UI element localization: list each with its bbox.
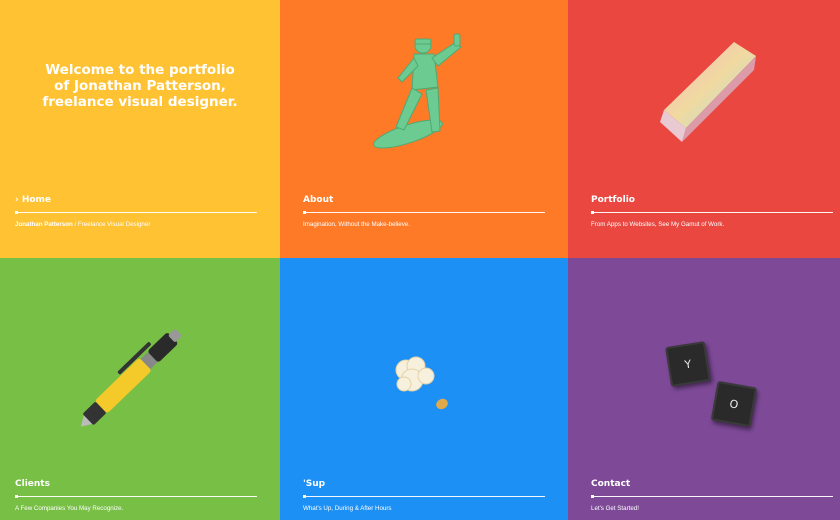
divider xyxy=(591,495,833,498)
tile-portfolio[interactable]: Portfolio From Apps to Websites, See My … xyxy=(568,0,840,258)
tile-tagline-portfolio: From Apps to Websites, See My Gamut of W… xyxy=(591,221,725,228)
divider xyxy=(303,495,545,498)
tile-tagline-contact: Let's Get Started! xyxy=(591,505,639,512)
divider xyxy=(303,211,545,214)
tile-label-about[interactable]: About xyxy=(303,195,333,205)
tile-contact[interactable]: Y O Contact Let's Get Started! xyxy=(568,258,840,520)
tile-about[interactable]: About Imagination, Without the Make-beli… xyxy=(280,0,568,258)
designer-title: / Freelance Visual Designer xyxy=(72,221,151,228)
keycap-y: Y xyxy=(665,341,711,387)
popcorn-icon xyxy=(395,356,448,410)
tile-grid: Welcome to the portfolio of Jonathan Pat… xyxy=(0,0,840,520)
toy-soldier-icon xyxy=(373,33,462,149)
keycap-o: O xyxy=(710,380,758,428)
divider xyxy=(15,211,257,214)
tile-tagline-home: Jonathan Patterson / Freelance Visual De… xyxy=(15,221,150,228)
tile-label-home[interactable]: › Home xyxy=(15,195,51,205)
tile-tagline-clients: A Few Companies You May Recognize. xyxy=(15,505,124,512)
designer-name: Jonathan Patterson xyxy=(15,221,73,228)
divider xyxy=(15,495,257,498)
tile-home[interactable]: Welcome to the portfolio of Jonathan Pat… xyxy=(0,0,280,258)
tile-label-sup[interactable]: 'Sup xyxy=(303,479,325,489)
tile-label-portfolio[interactable]: Portfolio xyxy=(591,195,635,205)
tile-clients[interactable]: Clients A Few Companies You May Recogniz… xyxy=(0,258,280,520)
tile-tagline-about: Imagination, Without the Make-believe. xyxy=(303,221,410,228)
tile-sup[interactable]: 'Sup What's Up, During & After Hours xyxy=(280,258,568,520)
welcome-heading: Welcome to the portfolio of Jonathan Pat… xyxy=(42,62,238,110)
divider xyxy=(591,211,833,214)
tile-label-clients[interactable]: Clients xyxy=(15,479,50,489)
tile-label-contact[interactable]: Contact xyxy=(591,479,630,489)
tile-tagline-sup: What's Up, During & After Hours xyxy=(303,505,392,512)
prism-icon xyxy=(660,42,756,142)
pen-icon xyxy=(80,329,182,427)
